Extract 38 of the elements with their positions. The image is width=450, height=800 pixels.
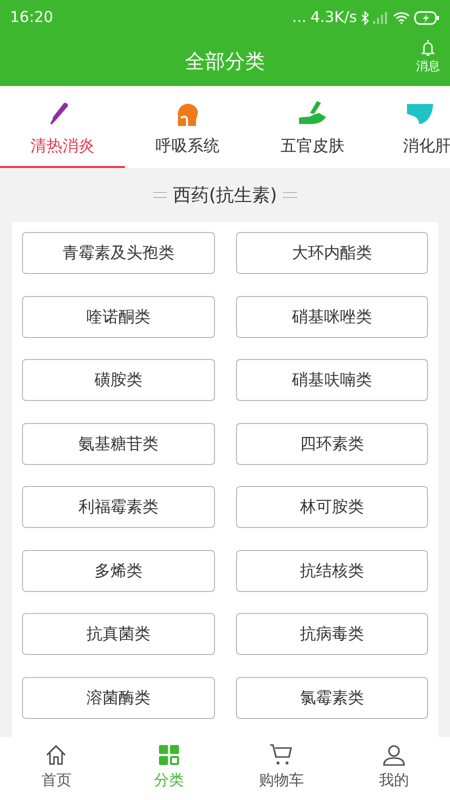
category-button[interactable]: 多烯类 — [22, 550, 214, 592]
category-tab[interactable]: 呼吸系统 — [125, 86, 250, 168]
status-dots: ... — [292, 7, 306, 28]
category-button[interactable]: 青霉素及头孢类 — [22, 232, 214, 274]
title-ornament — [283, 192, 298, 198]
category-tab[interactable]: 清热消炎 — [0, 86, 125, 168]
nav-tab[interactable]: 我的 — [338, 737, 450, 800]
category-button[interactable]: 抗真菌类 — [22, 613, 214, 655]
title-ornament — [152, 192, 167, 198]
signal-icon — [373, 12, 389, 24]
nav-tab[interactable]: 购物车 — [225, 737, 338, 800]
category-button[interactable]: 磺胺类 — [22, 359, 214, 401]
wifi-icon — [393, 11, 410, 24]
bell-icon — [421, 39, 435, 57]
category-button[interactable]: 硝基咪唑类 — [236, 296, 428, 338]
category-button[interactable]: 大环内酯类 — [236, 232, 428, 274]
category-tab[interactable]: 五官皮肤 — [250, 86, 375, 168]
category-button[interactable]: 抗结核类 — [236, 550, 428, 592]
person-icon — [382, 743, 406, 767]
bluetooth-icon — [361, 10, 369, 24]
status-time: 16:20 — [10, 7, 54, 28]
category-button[interactable]: 喹诺酮类 — [22, 296, 214, 338]
page-title: 全部分类 — [185, 48, 265, 74]
cart-icon — [269, 743, 294, 767]
category-button[interactable]: 利福霉素类 — [22, 486, 214, 528]
battery-icon — [414, 10, 440, 24]
category-button[interactable]: 林可胺类 — [236, 486, 428, 528]
grid-icon — [156, 743, 181, 767]
category-button[interactable]: 氨基糖苷类 — [22, 422, 214, 464]
category-button[interactable]: 抗病毒类 — [236, 613, 428, 655]
nav-tab[interactable]: 首页 — [0, 737, 112, 800]
category-button[interactable]: 四环素类 — [236, 422, 428, 464]
section-title: 西药(抗生素) — [172, 184, 278, 208]
home-icon — [44, 743, 68, 767]
category-button[interactable]: 氯霉素类 — [236, 676, 428, 718]
category-button[interactable]: 硝基呋喃类 — [236, 359, 428, 401]
network-speed: 4.3K/s — [310, 7, 357, 28]
category-button[interactable]: 溶菌酶类 — [22, 676, 214, 718]
